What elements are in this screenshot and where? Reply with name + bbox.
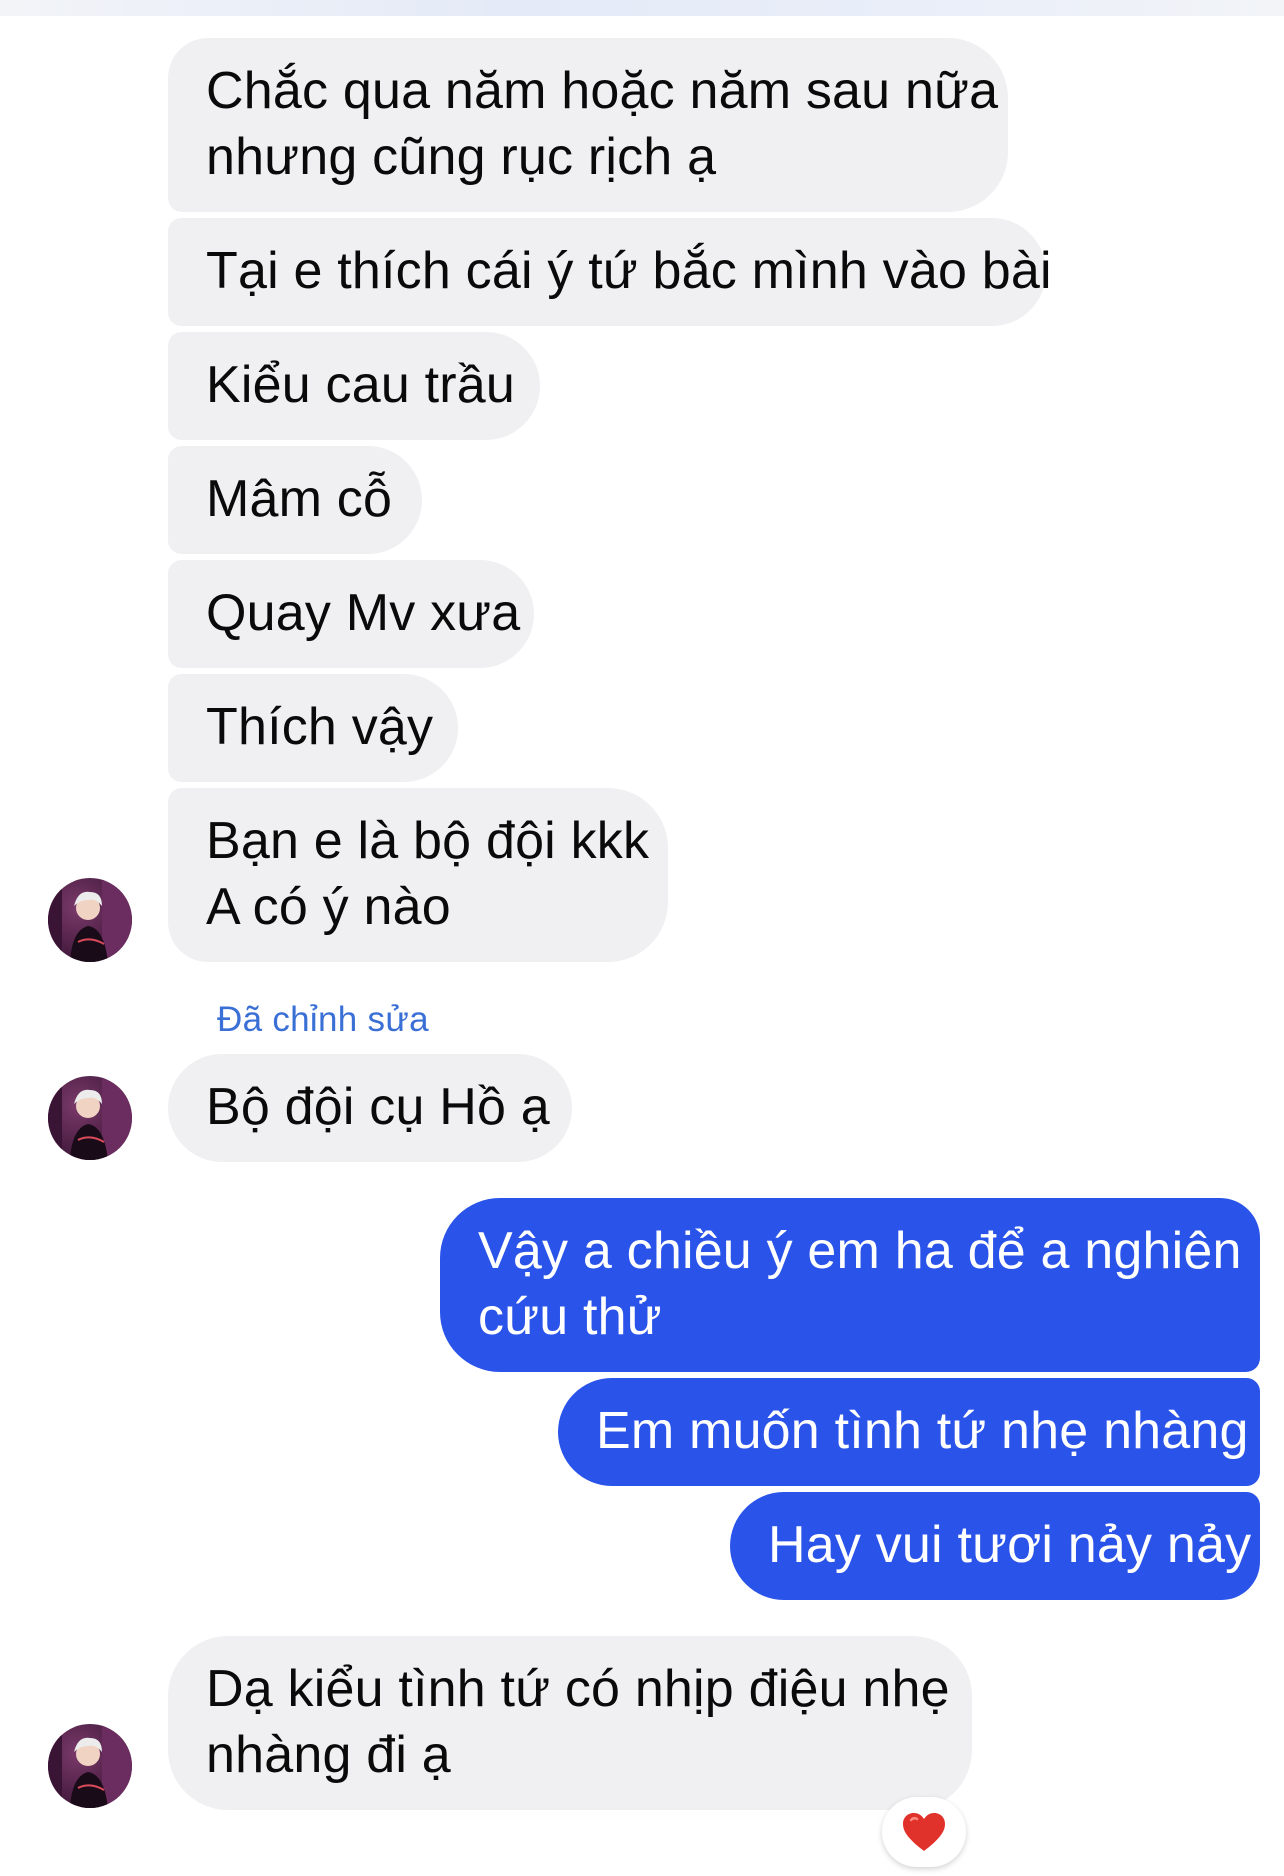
heart-icon [903, 1813, 945, 1851]
message-line: Tại e thích cái ý tứ bắc mình vào bài [206, 242, 1052, 300]
incoming-message-1[interactable]: Chắc qua năm hoặc năm sau nữa nhưng cũng… [168, 38, 1008, 212]
message-line: nhàng đi ạ [206, 1726, 451, 1784]
message-line: Hay vui tươi nảy nảy [768, 1516, 1252, 1574]
message-line: Bạn e là bộ đội kkk [206, 812, 650, 870]
message-line: Dạ kiểu tình tứ có nhịp điệu nhẹ [206, 1660, 950, 1718]
message-line: Thích vậy [206, 698, 434, 756]
avatar-portrait-icon [48, 878, 132, 962]
contact-avatar[interactable] [48, 1076, 132, 1160]
message-line: A có ý nào [206, 878, 451, 936]
incoming-message-4[interactable]: Mâm cỗ [168, 446, 422, 554]
message-line: Bộ đội cụ Hồ ạ [206, 1078, 550, 1136]
message-line: Quay Mv xưa [206, 584, 521, 642]
reaction-badge[interactable] [882, 1797, 966, 1867]
message-line: nhưng cũng rục rịch ạ [206, 128, 717, 186]
message-line: cứu thử [478, 1288, 662, 1346]
contact-avatar[interactable] [48, 1724, 132, 1808]
message-line: Vậy a chiều ý em ha để a nghiên [478, 1222, 1242, 1280]
message-line: Mâm cỗ [206, 470, 393, 528]
message-line: Kiểu cau trầu [206, 356, 516, 414]
incoming-message-3[interactable]: Kiểu cau trầu [168, 332, 540, 440]
edited-label: Đã chỉnh sửa [217, 1000, 429, 1039]
avatar-portrait-icon [48, 1076, 132, 1160]
incoming-message-5[interactable]: Quay Mv xưa [168, 560, 534, 668]
contact-avatar[interactable] [48, 878, 132, 962]
outgoing-message-2[interactable]: Em muốn tình tứ nhẹ nhàng [558, 1378, 1260, 1486]
incoming-message-last[interactable]: Dạ kiểu tình tứ có nhịp điệu nhẹ nhàng đ… [168, 1636, 972, 1810]
message-line: Em muốn tình tứ nhẹ nhàng [596, 1402, 1249, 1460]
top-edge [0, 0, 1284, 16]
incoming-message-2[interactable]: Tại e thích cái ý tứ bắc mình vào bài [168, 218, 1052, 326]
outgoing-message-3[interactable]: Hay vui tươi nảy nảy [730, 1492, 1260, 1600]
message-line: Chắc qua năm hoặc năm sau nữa [206, 62, 999, 120]
outgoing-message-1[interactable]: Vậy a chiều ý em ha để a nghiên cứu thử [440, 1198, 1260, 1372]
avatar-portrait-icon [48, 1724, 132, 1808]
incoming-message-edited[interactable]: Bộ đội cụ Hồ ạ [168, 1054, 572, 1162]
incoming-message-7[interactable]: Bạn e là bộ đội kkk A có ý nào [168, 788, 668, 962]
incoming-message-6[interactable]: Thích vậy [168, 674, 458, 782]
